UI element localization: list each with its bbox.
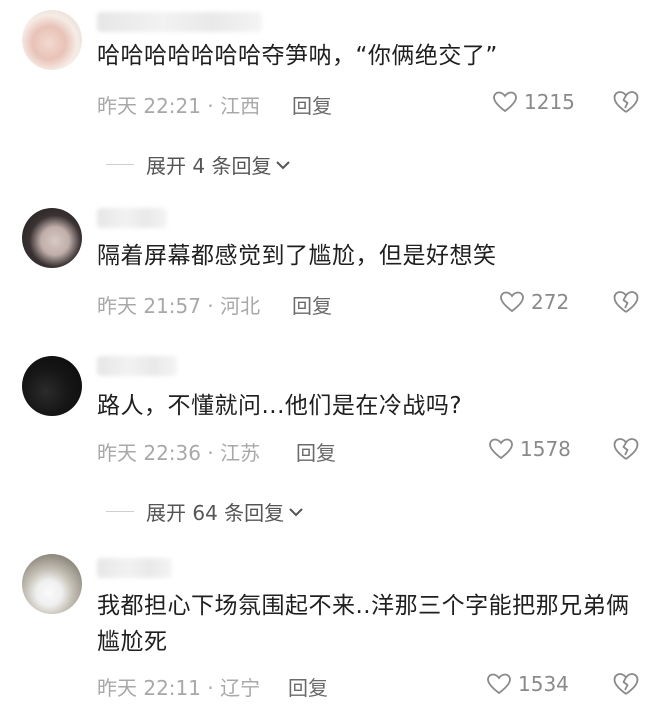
divider <box>106 164 134 165</box>
avatar[interactable] <box>22 356 82 416</box>
chevron-down-icon <box>289 507 303 516</box>
expand-label: 展开 64 条回复 <box>146 501 285 525</box>
like-count: 1215 <box>524 90 575 114</box>
like-button[interactable]: 1215 <box>492 90 575 114</box>
comment-text: 隔着屏幕都感觉到了尴尬，但是好想笑 <box>97 243 497 269</box>
heart-outline-icon <box>487 673 511 695</box>
heart-outline-icon <box>489 438 513 460</box>
username-blurred[interactable] <box>97 356 177 376</box>
comment-text: 我都担心下场氛围起不来..洋那三个字能把那兄弟俩尴尬死 <box>97 593 630 655</box>
broken-heart-icon[interactable] <box>612 289 640 315</box>
comment-4: 我都担心下场氛围起不来..洋那三个字能把那兄弟俩尴尬死 昨天 22:11 · 辽… <box>0 540 666 704</box>
like-count: 1534 <box>518 672 569 696</box>
reply-button[interactable]: 回复 <box>296 437 336 466</box>
avatar[interactable] <box>22 554 82 614</box>
like-count: 1578 <box>520 437 571 461</box>
comment-meta: 昨天 21:57 · 河北 <box>97 294 261 318</box>
avatar[interactable] <box>22 10 82 70</box>
comment-meta: 昨天 22:11 · 辽宁 <box>97 676 261 700</box>
username-blurred[interactable] <box>97 12 262 32</box>
username-blurred[interactable] <box>97 208 167 228</box>
avatar[interactable] <box>22 208 82 268</box>
reply-button[interactable]: 回复 <box>292 90 332 119</box>
comment-1: 哈哈哈哈哈哈哈夺笋呐，“你俩绝交了” 昨天 22:21 · 江西 回复 1215… <box>0 0 666 200</box>
expand-replies-button[interactable]: 展开 4 条回复 <box>106 150 291 179</box>
heart-outline-icon <box>500 291 524 313</box>
like-count: 272 <box>531 290 570 314</box>
comment-text: 哈哈哈哈哈哈哈夺笋呐，“你俩绝交了” <box>97 43 498 69</box>
reply-button[interactable]: 回复 <box>288 672 328 701</box>
comment-3: 路人，不懂就问...他们是在冷战吗? 昨天 22:36 · 江苏 回复 1578… <box>0 350 666 540</box>
chevron-down-icon <box>276 160 291 169</box>
comment-meta: 昨天 22:36 · 江苏 <box>97 441 261 465</box>
divider <box>106 511 134 512</box>
like-button[interactable]: 272 <box>499 290 569 314</box>
broken-heart-icon[interactable] <box>612 436 640 462</box>
like-button[interactable]: 1578 <box>488 437 571 461</box>
heart-outline-icon <box>493 91 517 113</box>
comment-meta: 昨天 22:21 · 江西 <box>97 94 261 118</box>
reply-button[interactable]: 回复 <box>292 290 332 319</box>
broken-heart-icon[interactable] <box>612 89 640 115</box>
broken-heart-icon[interactable] <box>612 671 640 697</box>
expand-replies-button[interactable]: 展开 64 条回复 <box>106 497 304 526</box>
username-blurred[interactable] <box>97 558 172 578</box>
comment-text: 路人，不懂就问...他们是在冷战吗? <box>97 393 463 419</box>
expand-label: 展开 4 条回复 <box>146 154 272 178</box>
comment-2: 隔着屏幕都感觉到了尴尬，但是好想笑 昨天 21:57 · 河北 回复 272 <box>0 200 666 350</box>
like-button[interactable]: 1534 <box>486 672 569 696</box>
